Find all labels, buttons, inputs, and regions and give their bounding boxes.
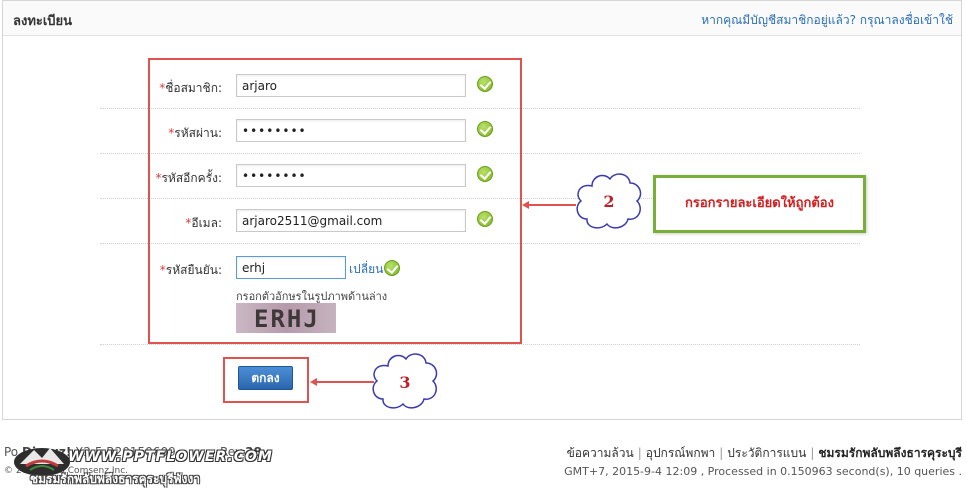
login-link[interactable]: หากคุณมีบัญชีสมาชิกอยู่แล้ว? กรุณาลงชื่อ… (701, 11, 953, 30)
step2-number: 2 (603, 192, 615, 211)
separator: | (719, 446, 724, 460)
separator: | (810, 446, 815, 460)
footer-site-name[interactable]: ชมรมรักพลับพลึงธารคุระบุรี (818, 446, 962, 460)
step3-arrow-head (310, 378, 317, 386)
step3-arrow-line (316, 381, 374, 383)
page-title: ลงทะเบียน (13, 14, 73, 29)
panel-header: ลงทะเบียน หากคุณมีบัญชีสมาชิกอยู่แล้ว? ก… (3, 1, 961, 36)
watermark-club: ชมรมรักพลับพลึงธารคุระบุรีพังงา (30, 472, 200, 486)
step3-number: 3 (399, 373, 411, 392)
footer-link-ban-history[interactable]: ประวัติการแบน (727, 446, 806, 460)
step2-note: กรอกรายละเอียดให้ถูกต้อง (653, 175, 866, 233)
separator: | (637, 446, 642, 460)
footer-link-mobile[interactable]: อุปกรณ์พกพา (646, 446, 716, 460)
row-divider (100, 344, 860, 345)
step2-arrow-line (528, 204, 576, 206)
footer-link-text-only[interactable]: ข้อความล้วน (567, 446, 634, 460)
watermark-url: WWW.PPTFLOWER.COM (68, 449, 273, 465)
submit-button[interactable]: ตกลง (238, 366, 293, 390)
footer-links: ข้อความล้วน | อุปกรณ์พกพา | ประวัติการแบน | ชม… (567, 444, 962, 463)
server-info: GMT+7, 2015-9-4 12:09 , Processed in 0.1… (564, 465, 962, 478)
form-highlight-box (148, 58, 522, 344)
step2-arrow-head (522, 201, 529, 209)
